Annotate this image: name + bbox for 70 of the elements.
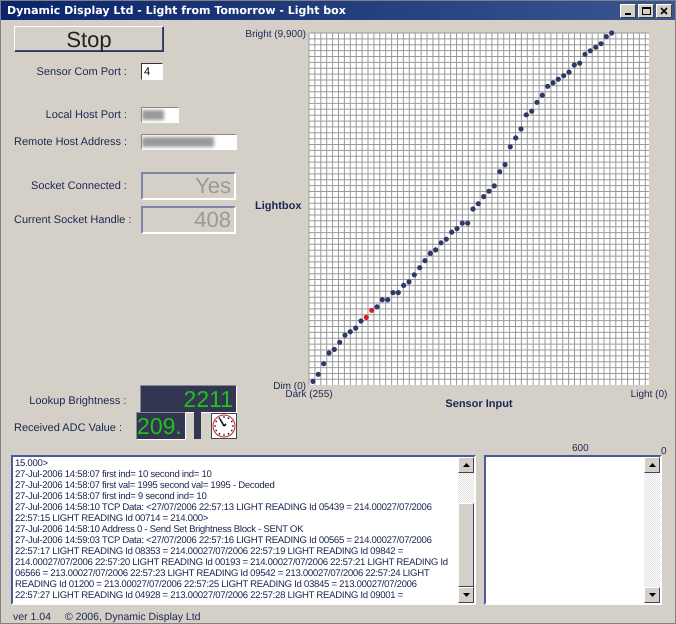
data-point — [321, 361, 326, 366]
scroll-down-button[interactable] — [644, 587, 660, 603]
log-line: 214.00027/07/2006 22:57:20 LIGHT READING Id 00193 = 214.00027/07/2006 22:57:21 LIGHT READING Id — [15, 557, 449, 568]
caret-up-icon — [648, 463, 656, 467]
caret-up-icon — [462, 463, 470, 467]
log-line: 22:57:27 LIGHT READING Id 04928 = 213.00027/07/2006 22:57:28 LIGHT READING Id 09001 = — [15, 590, 404, 601]
scrollbar-thumb[interactable] — [458, 503, 474, 587]
field-label: Sensor Com Port : — [36, 66, 127, 78]
log-line: 15.000> — [15, 458, 49, 469]
scale-label: 600 — [572, 443, 589, 454]
readout-display: 408 — [141, 206, 236, 234]
maximize-icon — [642, 6, 650, 14]
data-point — [412, 272, 417, 278]
axis-label: Bright (9,900) — [245, 29, 306, 40]
scroll-down-button[interactable] — [458, 587, 474, 603]
blurred-value — [142, 110, 164, 120]
log-line: 27-Jul-2006 14:58:07 first ind= 10 second ind= 10 — [15, 469, 213, 480]
axis-label: Dark (255) — [285, 389, 333, 400]
readout-display: Yes — [141, 172, 236, 200]
led-display: 209. — [136, 412, 186, 440]
data-point — [502, 162, 508, 168]
data-point — [417, 265, 422, 270]
maximize-button[interactable] — [638, 4, 654, 18]
data-point — [497, 169, 502, 174]
log-line: 27-Jul-2006 14:58:07 first ind= 9 second ind= 10 — [15, 491, 208, 502]
log-line: 06566 = 213.00027/07/2006 22:57:23 LIGHT READING Id 09542 = 213.00027/07/2006 22:57:24 LIGHT — [15, 568, 430, 579]
close-icon — [660, 6, 668, 14]
blurred-value — [142, 136, 214, 146]
caret-down-icon — [648, 593, 656, 597]
log-line: 27-Jul-2006 14:58:07 first val= 1995 second val= 1995 - Decoded — [15, 480, 276, 491]
caret-down-icon — [462, 593, 470, 597]
com-port-field[interactable]: 4 — [141, 63, 163, 80]
scroll-up-button[interactable] — [458, 457, 474, 473]
chart-label: Lightbox — [255, 200, 302, 212]
indicator-panel — [194, 412, 201, 439]
log-line: 22:57:15 LIGHT READING Id 00714 = 214.000> — [15, 513, 210, 524]
data-point — [422, 258, 428, 264]
data-point — [540, 92, 545, 98]
port-field[interactable] — [141, 106, 179, 122]
close-button[interactable] — [656, 4, 672, 18]
scale-label: 0 — [661, 446, 667, 457]
data-point — [518, 126, 524, 132]
data-point — [508, 144, 513, 150]
data-point — [337, 340, 342, 345]
log-line: 27-Jul-2006 14:58:10 TCP Data: <27/07/2006 22:57:13 LIGHT READING Id 05439 = 214.00027/07/2006 — [15, 502, 433, 513]
log-line: 27-Jul-2006 14:59:03 TCP Data: <27/07/2006 22:57:16 LIGHT READING Id 00565 = 214.00027/07/2006 — [15, 535, 433, 546]
minimize-button[interactable] — [620, 4, 636, 18]
log-line: READING Id 01200 = 213.00027/07/2006 22:57:25 LIGHT READING Id 03845 = 213.00027/07/2006 — [15, 579, 418, 590]
field-label: Lookup Brightness : — [28, 394, 126, 406]
minimize-icon — [625, 12, 631, 14]
version-text: ver 1.04 — [13, 611, 51, 623]
scroll-up-button[interactable] — [644, 457, 660, 473]
copyright-text: © 2006, Dynamic Display Ltd — [64, 611, 200, 623]
log-line: 27-Jul-2006 14:58:10 Address 0 - Send Set Brightness Block - SENT OK — [15, 524, 304, 535]
clock-icon — [211, 412, 237, 438]
stop-button[interactable]: Stop — [14, 26, 164, 52]
window-title: Dynamic Display Ltd - Light from Tomorrow - Light box — [7, 4, 346, 17]
led-display: 2211 — [140, 384, 237, 412]
field-label: Socket Connected : — [30, 180, 127, 192]
data-point — [513, 135, 518, 140]
data-point — [310, 378, 316, 384]
data-point — [316, 372, 321, 377]
axis-title: Sensor Input — [445, 398, 513, 410]
data-point — [534, 100, 540, 105]
address-field[interactable] — [141, 134, 237, 150]
field-label: Remote Host Address : — [14, 136, 127, 148]
log-line: 22:57:17 LIGHT READING Id 08353 = 214.00027/07/2006 22:57:19 LIGHT READING Id 09842 = — [15, 546, 404, 557]
axis-label: Light (0) — [630, 389, 668, 400]
field-label: Local Host Port : — [44, 108, 127, 120]
field-label: Received ADC Value : — [14, 422, 122, 434]
